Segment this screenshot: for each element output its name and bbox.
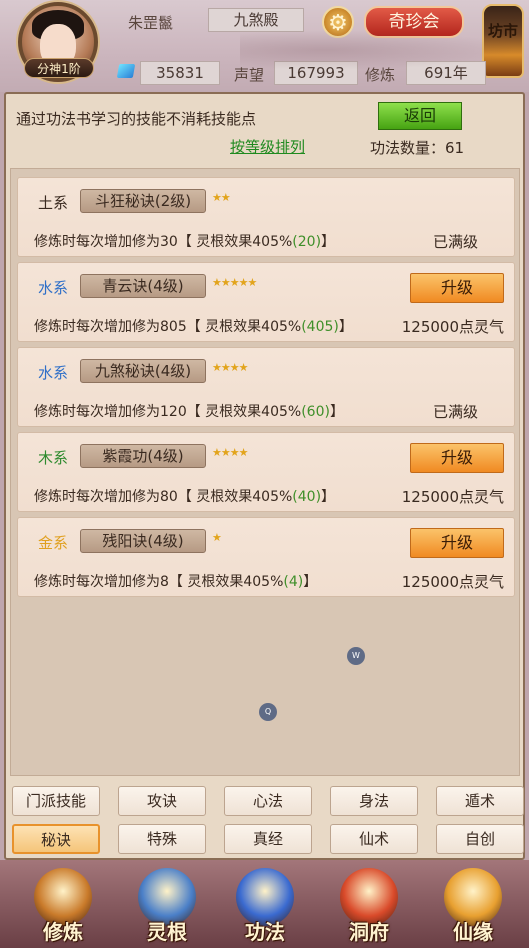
category-tab[interactable]: 心法 (224, 786, 312, 816)
skill-name: 紫霞功(4级) (80, 444, 206, 468)
marker-q: Q (259, 703, 277, 721)
desc-prefix: 修炼时每次增加修为80【 灵根效果405% (34, 489, 293, 505)
desc-prefix: 修炼时每次增加修为805【 灵根效果405% (34, 319, 302, 335)
nav-item[interactable]: 洞府 (326, 866, 412, 946)
star-rating-icon: ★ (212, 531, 222, 544)
desc-suffix: 】 (338, 319, 353, 335)
category-tab[interactable]: 门派技能 (12, 786, 100, 816)
upgrade-cost: 125000点灵气 (401, 488, 504, 506)
desc-prefix: 修炼时每次增加修为120【 灵根效果405% (34, 404, 302, 420)
nav-item[interactable]: 仙缘 (430, 866, 516, 946)
element-label: 水系 (38, 279, 69, 297)
skill-list[interactable]: 土系 斗狂秘诀(2级) ★★ 修炼时每次增加修为30【 灵根效果405%(20)】 已满… (10, 168, 520, 849)
desc-suffix: 】 (321, 234, 336, 250)
gem-icon (116, 64, 136, 78)
nav-item[interactable]: 功法 (222, 866, 308, 946)
player-name: 朱罡鬣 (128, 14, 174, 32)
reputation-label: 声望 (234, 66, 265, 84)
desc-value: (40) (292, 489, 322, 505)
skill-description: 修炼时每次增加修为120【 灵根效果405%(60)】 (34, 401, 344, 421)
skill-name: 青云诀(4级) (80, 274, 206, 298)
skill-card[interactable]: 金系 残阳诀(4级) ★ 修炼时每次增加修为8【 灵根效果405%(4)】 升级 1250… (17, 517, 515, 597)
skill-card[interactable]: 土系 斗狂秘诀(2级) ★★ 修炼时每次增加修为30【 灵根效果405%(20)】 已满… (17, 177, 515, 257)
reputation-value: 167993 (274, 61, 358, 85)
desc-value: (60) (301, 404, 330, 420)
category-tab[interactable]: 特殊 (118, 824, 206, 854)
upgrade-button[interactable]: 升级 (410, 443, 504, 473)
skill-description: 修炼时每次增加修为30【 灵根效果405%(20)】 (34, 231, 335, 251)
max-level-status: 已满级 (432, 403, 478, 421)
back-button[interactable]: 返回 (378, 102, 462, 130)
marker-w: W (347, 647, 365, 665)
max-level-status: 已满级 (432, 233, 478, 251)
category-tab[interactable]: 仙术 (330, 824, 418, 854)
element-label: 土系 (38, 194, 69, 212)
top-header: 分神1阶 朱罡鬣 九煞殿 ⚙ 奇珍会 坊市 35831 声望 167993 修炼… (0, 0, 529, 92)
skill-description: 修炼时每次增加修为805【 灵根效果405%(405)】 (34, 316, 353, 336)
skill-description: 修炼时每次增加修为8【 灵根效果405%(4)】 (34, 571, 317, 591)
nav-label: 仙缘 (453, 920, 493, 944)
sort-by-level-link[interactable]: 按等级排列 (230, 136, 305, 157)
category-tab[interactable]: 真经 (224, 824, 312, 854)
upgrade-button[interactable]: 升级 (410, 528, 504, 558)
star-rating-icon: ★★★★★ (212, 276, 257, 289)
gem-count: 35831 (140, 61, 220, 85)
market-button[interactable]: 坊市 (482, 4, 524, 78)
element-label: 木系 (38, 449, 69, 467)
category-tab[interactable]: 遁术 (436, 786, 524, 816)
category-tab[interactable]: 自创 (436, 824, 524, 854)
nav-label: 灵根 (147, 920, 187, 944)
skill-description: 修炼时每次增加修为80【 灵根效果405%(40)】 (34, 486, 335, 506)
upgrade-button[interactable]: 升级 (410, 273, 504, 303)
category-tab[interactable]: 身法 (330, 786, 418, 816)
skill-card[interactable]: 木系 紫霞功(4级) ★★★★ 修炼时每次增加修为80【 灵根效果405%(40)】 升… (17, 432, 515, 512)
element-label: 金系 (38, 534, 69, 552)
upgrade-cost: 125000点灵气 (401, 318, 504, 336)
star-rating-icon: ★★ (212, 191, 231, 204)
desc-suffix: 】 (321, 489, 336, 505)
desc-suffix: 】 (329, 404, 344, 420)
desc-prefix: 修炼时每次增加修为30【 灵根效果405% (34, 234, 293, 250)
market-label: 坊市 (487, 22, 518, 40)
settings-gear-button[interactable]: ⚙ (322, 6, 354, 38)
nav-item[interactable]: 灵根 (124, 866, 210, 946)
desc-value: (20) (292, 234, 322, 250)
info-text: 通过功法书学习的技能不消耗技能点 (16, 110, 257, 128)
skill-card[interactable]: 水系 九煞秘诀(4级) ★★★★ 修炼时每次增加修为120【 灵根效果405%(60)… (17, 347, 515, 427)
cultivation-label: 修炼 (365, 66, 396, 84)
star-rating-icon: ★★★★ (212, 446, 248, 459)
rank-badge: 分神1阶 (24, 58, 94, 78)
nav-item[interactable]: 修炼 (20, 866, 106, 946)
element-label: 水系 (38, 364, 69, 382)
treasure-shop-button[interactable]: 奇珍会 (364, 6, 464, 38)
skill-card[interactable]: 水系 青云诀(4级) ★★★★★ 修炼时每次增加修为805【 灵根效果405%(405… (17, 262, 515, 342)
nav-label: 修炼 (43, 920, 83, 944)
desc-prefix: 修炼时每次增加修为8【 灵根效果405% (34, 574, 284, 590)
nav-label: 洞府 (349, 920, 389, 944)
category-tab[interactable]: 攻诀 (118, 786, 206, 816)
upgrade-cost: 125000点灵气 (401, 573, 504, 591)
cultivation-value: 691年 (406, 61, 486, 85)
skills-panel: 通过功法书学习的技能不消耗技能点 返回 按等级排列 功法数量：61 土系 斗狂秘诀… (4, 92, 525, 860)
skill-count: 功法数量：61 (370, 139, 465, 157)
desc-value: (4) (283, 574, 304, 590)
category-tab[interactable]: 秘诀 (12, 824, 100, 854)
desc-suffix: 】 (303, 574, 318, 590)
gear-icon: ⚙ (328, 11, 348, 36)
skill-name: 斗狂秘诀(2级) (80, 189, 206, 213)
sect-name: 九煞殿 (208, 8, 304, 32)
desc-value: (405) (301, 319, 339, 335)
star-rating-icon: ★★★★ (212, 361, 248, 374)
bottom-nav: 修炼 灵根 功法 洞府 仙缘 (0, 860, 529, 948)
skill-name: 九煞秘诀(4级) (80, 359, 206, 383)
skill-name: 残阳诀(4级) (80, 529, 206, 553)
nav-label: 功法 (245, 920, 285, 944)
